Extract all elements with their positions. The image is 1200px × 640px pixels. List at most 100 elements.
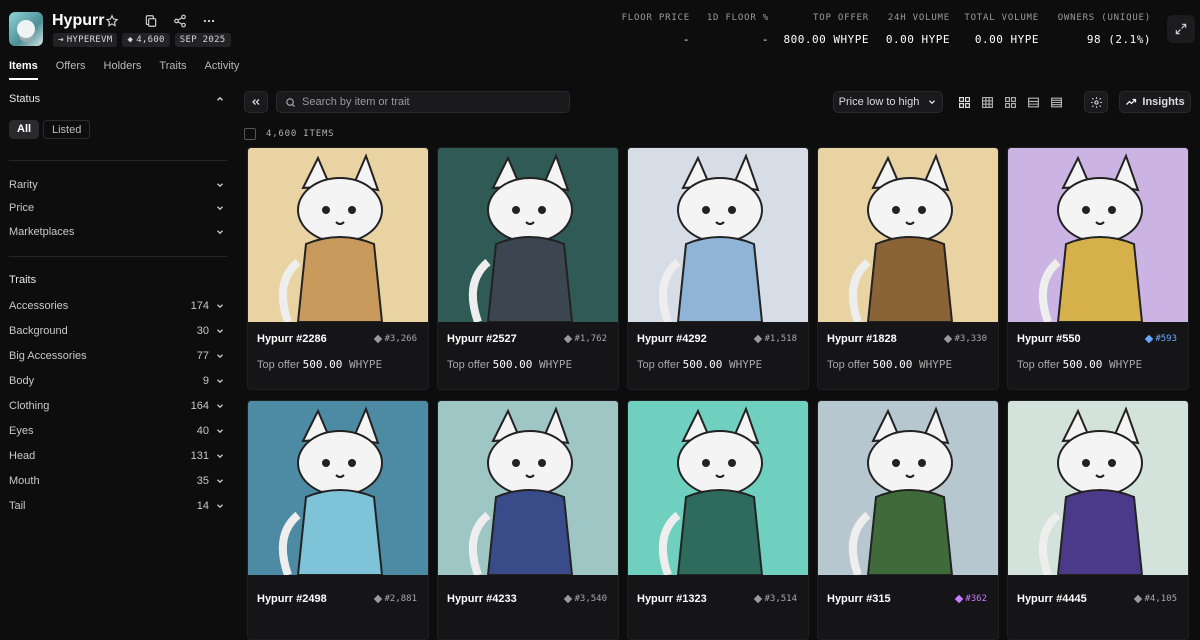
filter-price[interactable]: Price bbox=[9, 202, 225, 214]
search-icon bbox=[286, 97, 296, 107]
nft-image[interactable] bbox=[1008, 148, 1188, 322]
nft-image[interactable] bbox=[818, 148, 998, 322]
top-offer-amount: 500.00 bbox=[492, 358, 533, 371]
trait-tail[interactable]: Tail 14 bbox=[9, 500, 225, 512]
top-offer-token: WHYPE bbox=[912, 358, 953, 371]
rarity-diamond-icon bbox=[754, 594, 763, 604]
rarity-rank-value: #3,540 bbox=[574, 594, 607, 604]
rarity-diamond-icon bbox=[1134, 594, 1143, 604]
chevron-down-icon bbox=[215, 401, 225, 411]
insights-button[interactable]: Insights bbox=[1119, 91, 1191, 113]
nft-image[interactable] bbox=[1008, 401, 1188, 575]
trait-mouth[interactable]: Mouth 35 bbox=[9, 475, 225, 487]
grid-large-icon[interactable] bbox=[958, 96, 971, 109]
chevron-up-icon bbox=[215, 94, 225, 104]
share-icon[interactable] bbox=[171, 12, 189, 30]
date-badge: SEP 2025 bbox=[174, 33, 231, 47]
tab-holders[interactable]: Holders bbox=[104, 60, 142, 80]
chevron-down-icon bbox=[215, 451, 225, 461]
star-icon[interactable] bbox=[103, 12, 121, 30]
collapse-sidebar-button[interactable] bbox=[244, 91, 268, 113]
trait-background[interactable]: Background 30 bbox=[9, 325, 225, 337]
top-offer-token: WHYPE bbox=[342, 358, 383, 371]
rarity-rank: #593 bbox=[1145, 334, 1177, 344]
rarity-rank: #2,881 bbox=[374, 594, 417, 604]
stat-top-offer: TOP OFFER 800.00 WHYPE bbox=[783, 13, 869, 46]
view-mode-switcher bbox=[958, 96, 1063, 109]
chevron-down-icon bbox=[215, 326, 225, 336]
filter-marketplaces[interactable]: Marketplaces bbox=[9, 226, 225, 238]
top-offer: Top offer 500.00 WHYPE bbox=[1017, 358, 1142, 371]
double-chevron-left-icon bbox=[252, 99, 260, 105]
status-all-button[interactable]: All bbox=[9, 120, 40, 139]
nft-image[interactable] bbox=[248, 401, 428, 575]
sort-dropdown[interactable]: Price low to high bbox=[833, 91, 943, 113]
nft-name: Hypurr #2498 bbox=[257, 593, 327, 605]
tab-items[interactable]: Items bbox=[9, 60, 38, 80]
divider bbox=[9, 160, 227, 161]
status-listed-button[interactable]: Listed bbox=[43, 120, 91, 139]
chevron-down-icon bbox=[215, 203, 225, 213]
trait-eyes[interactable]: Eyes 40 bbox=[9, 425, 225, 437]
traits-title: Traits bbox=[9, 274, 37, 286]
nft-card[interactable]: Hypurr #2498 #2,881 bbox=[247, 400, 429, 640]
nft-name: Hypurr #315 bbox=[827, 593, 891, 605]
chevron-down-icon bbox=[215, 180, 225, 190]
grid-compact-icon[interactable] bbox=[1004, 96, 1017, 109]
tab-activity[interactable]: Activity bbox=[205, 60, 240, 80]
collection-header: Hypurr ⇥ HYPEREVM ◆ 4,600 SEP 2025 FLOOR P… bbox=[0, 0, 1200, 50]
stat-24h-volume: 24H VOLUME 0.00 HYPE bbox=[885, 13, 950, 46]
nft-name: Hypurr #2286 bbox=[257, 333, 327, 345]
list-icon[interactable] bbox=[1027, 96, 1040, 109]
table-icon[interactable] bbox=[1050, 96, 1063, 109]
trait-head[interactable]: Head 131 bbox=[9, 450, 225, 462]
expand-button[interactable] bbox=[1167, 15, 1195, 43]
items-count-row: 4,600 ITEMS bbox=[244, 128, 334, 140]
gear-icon bbox=[1090, 96, 1102, 108]
rarity-diamond-icon bbox=[564, 334, 573, 344]
nft-card[interactable]: Hypurr #1323 #3,514 bbox=[627, 400, 809, 640]
status-section-header[interactable]: Status bbox=[9, 93, 225, 105]
rarity-rank: #3,266 bbox=[374, 334, 417, 344]
filter-rarity[interactable]: Rarity bbox=[9, 179, 225, 191]
select-all-checkbox[interactable] bbox=[244, 128, 256, 140]
more-icon[interactable] bbox=[200, 12, 218, 30]
nft-card[interactable]: Hypurr #1828 #3,330 Top offer 500.00 WHYPE bbox=[817, 147, 999, 390]
nft-card[interactable]: Hypurr #4233 #3,540 bbox=[437, 400, 619, 640]
nft-card[interactable]: Hypurr #550 #593 Top offer 500.00 WHYPE bbox=[1007, 147, 1189, 390]
rarity-rank: #1,518 bbox=[754, 334, 797, 344]
search-input[interactable] bbox=[302, 96, 552, 108]
tab-traits[interactable]: Traits bbox=[159, 60, 186, 80]
nft-card[interactable]: Hypurr #4445 #4,105 bbox=[1007, 400, 1189, 640]
rarity-rank: #1,762 bbox=[564, 334, 607, 344]
nft-name: Hypurr #1828 bbox=[827, 333, 897, 345]
copy-icon[interactable] bbox=[142, 12, 160, 30]
chain-badge: ⇥ HYPEREVM bbox=[53, 33, 118, 47]
settings-button[interactable] bbox=[1084, 91, 1108, 113]
trait-body[interactable]: Body 9 bbox=[9, 375, 225, 387]
nft-image[interactable] bbox=[628, 401, 808, 575]
nft-card[interactable]: Hypurr #2527 #1,762 Top offer 500.00 WHYPE bbox=[437, 147, 619, 390]
nft-name: Hypurr #4292 bbox=[637, 333, 707, 345]
nft-image[interactable] bbox=[438, 148, 618, 322]
trait-big-accessories[interactable]: Big Accessories 77 bbox=[9, 350, 225, 362]
rarity-diamond-icon bbox=[374, 594, 383, 604]
grid-medium-icon[interactable] bbox=[981, 96, 994, 109]
rarity-rank: #4,105 bbox=[1134, 594, 1177, 604]
chevron-down-icon bbox=[215, 426, 225, 436]
nft-card[interactable]: Hypurr #4292 #1,518 Top offer 500.00 WHYPE bbox=[627, 147, 809, 390]
nft-image[interactable] bbox=[628, 148, 808, 322]
nft-image[interactable] bbox=[438, 401, 618, 575]
top-offer: Top offer 500.00 WHYPE bbox=[257, 358, 382, 371]
nft-card[interactable]: Hypurr #2286 #3,266 Top offer 500.00 WHYPE bbox=[247, 147, 429, 390]
nft-image[interactable] bbox=[248, 148, 428, 322]
nft-image[interactable] bbox=[818, 401, 998, 575]
trait-clothing[interactable]: Clothing 164 bbox=[9, 400, 225, 412]
tab-offers[interactable]: Offers bbox=[56, 60, 86, 80]
supply-badge: ◆ 4,600 bbox=[122, 33, 170, 47]
nft-card[interactable]: Hypurr #315 #362 bbox=[817, 400, 999, 640]
top-offer: Top offer 500.00 WHYPE bbox=[637, 358, 762, 371]
top-offer-amount: 500.00 bbox=[1062, 358, 1103, 371]
stat-1d-floor: 1D FLOOR % - bbox=[706, 13, 769, 46]
trait-accessories[interactable]: Accessories 174 bbox=[9, 300, 225, 312]
